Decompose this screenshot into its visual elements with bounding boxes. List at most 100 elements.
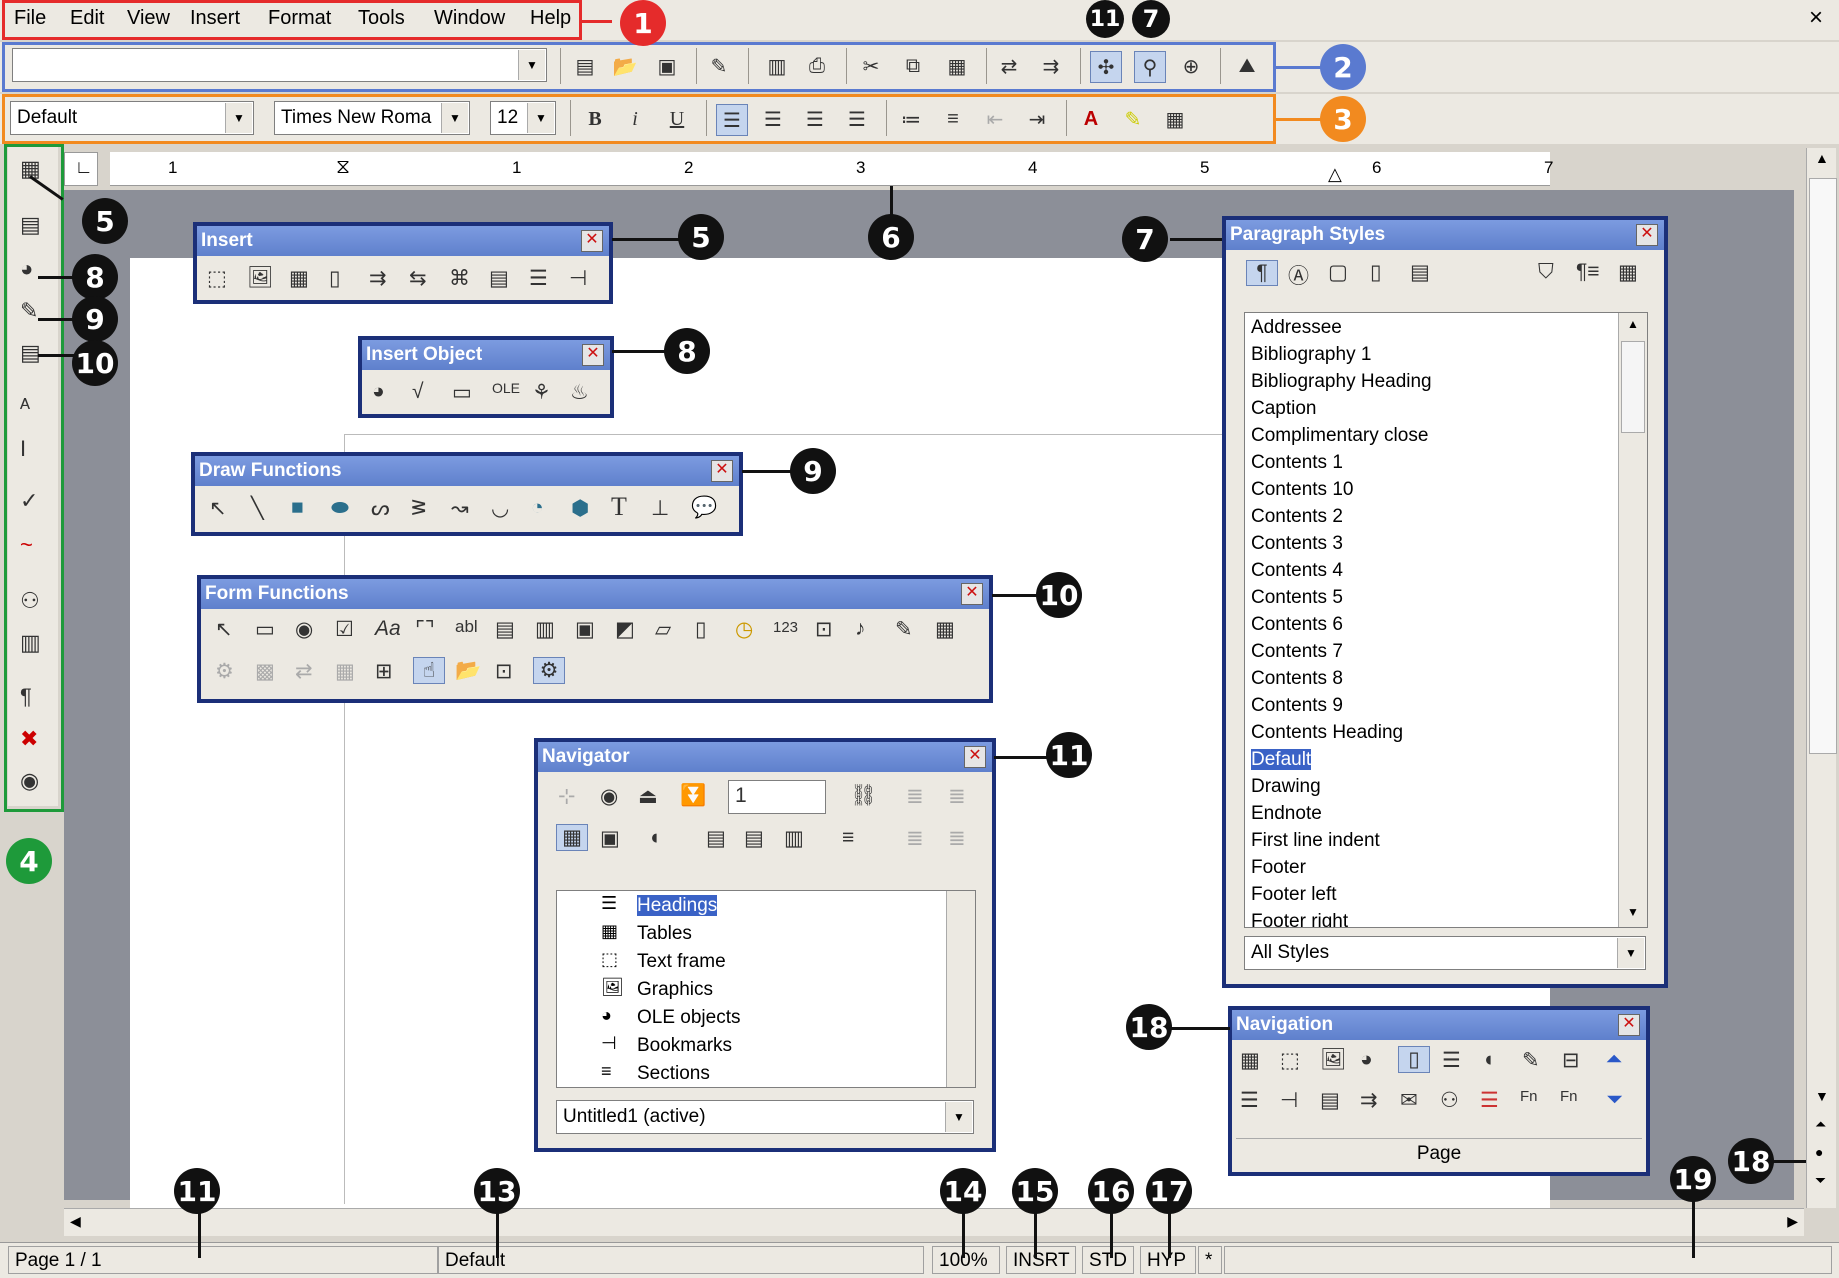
section-icon[interactable]: ☰ — [1240, 1088, 1259, 1113]
scroll-right-icon[interactable]: ▶ — [1787, 1213, 1798, 1230]
drag-mode-icon[interactable]: ⛓ — [850, 784, 877, 808]
ole-object-icon[interactable]: OLE — [492, 380, 520, 396]
chevron-down-icon[interactable]: ▼ — [518, 50, 545, 80]
formatted-field-icon[interactable]: ✎ — [895, 617, 913, 642]
time-field-icon[interactable]: ◷ — [735, 617, 753, 642]
new-style-icon[interactable]: ¶≡ — [1576, 260, 1600, 284]
direct-cursor-icon[interactable]: I — [20, 436, 26, 462]
style-list-item[interactable]: Complimentary close — [1251, 425, 1428, 447]
menu-tools[interactable]: Tools — [358, 7, 405, 30]
chevron-down-icon[interactable]: ▼ — [441, 103, 468, 133]
select-icon[interactable]: ↖ — [215, 617, 233, 642]
text-box-icon[interactable]: abl — [455, 617, 478, 637]
chevron-down-icon[interactable]: ▼ — [527, 103, 554, 133]
navigator-content-list[interactable]: Headings Tables Text frame Graphics OLE … — [556, 890, 976, 1088]
font-color-icon[interactable]: A — [1076, 104, 1106, 134]
push-button-icon[interactable]: ▭ — [255, 617, 275, 642]
formula-icon[interactable]: √ — [412, 380, 424, 404]
content-view-icon[interactable]: ▣ — [600, 826, 620, 851]
polygon-icon[interactable]: ᔕ — [371, 496, 390, 521]
footnote-icon[interactable]: ⇉ — [1360, 1088, 1378, 1113]
rectangle-icon[interactable]: ■ — [291, 496, 304, 520]
set-reminder-icon[interactable]: ◖ — [648, 826, 661, 850]
next-page-icon[interactable]: ⏷ — [1815, 1172, 1826, 1189]
previous-object-icon[interactable]: ⏶ — [1606, 1048, 1623, 1072]
undo-icon[interactable]: ⇄ — [994, 51, 1024, 81]
scroll-down-icon[interactable]: ▼ — [1815, 1088, 1829, 1104]
edit-file-icon[interactable]: ▤ — [570, 51, 600, 81]
table-control-icon[interactable]: ▦ — [935, 617, 955, 642]
font-size-combo[interactable]: 12 ▼ — [490, 101, 556, 135]
insert-mode-status[interactable]: INSRT — [1006, 1246, 1076, 1274]
update-style-icon[interactable]: ▦ — [1618, 260, 1638, 285]
formatting-marks-icon[interactable]: ¶ — [20, 684, 32, 710]
page-number-stepper[interactable]: 1 — [728, 780, 826, 814]
text-icon[interactable]: T — [611, 492, 627, 522]
menu-insert[interactable]: Insert — [190, 7, 240, 30]
text-frame-icon[interactable]: ⬚ — [1280, 1048, 1300, 1073]
style-list-item[interactable]: Contents 6 — [1251, 614, 1343, 636]
style-list-item[interactable]: Caption — [1251, 398, 1317, 420]
style-list-item[interactable]: Endnote — [1251, 803, 1322, 825]
horizontal-ruler[interactable]: 1 1 2 3 4 5 6 7 ⧖ △ — [110, 152, 1553, 186]
promote-level-icon[interactable]: ≣ — [906, 784, 924, 809]
list-box-icon[interactable]: ▤ — [495, 617, 515, 642]
group-box-icon[interactable]: ⌜⌝ — [415, 617, 435, 642]
selection-mode-status[interactable]: STD — [1082, 1246, 1134, 1274]
chevron-down-icon[interactable]: ▼ — [1617, 938, 1644, 968]
select-arrow-icon[interactable]: ↖ — [209, 496, 227, 521]
scroll-up-icon[interactable]: ▲ — [1815, 150, 1829, 166]
next-object-icon[interactable]: ⏷ — [1606, 1088, 1623, 1112]
freeform-icon[interactable]: ↝ — [451, 496, 469, 521]
ellipse-pie-icon[interactable]: ◔ — [531, 496, 544, 520]
copy-icon[interactable]: ⧉ — [898, 51, 928, 81]
chevron-down-icon[interactable]: ▼ — [225, 103, 252, 133]
demote-level-icon[interactable]: ≣ — [948, 784, 966, 809]
control-properties-icon[interactable]: ⚙ — [215, 659, 234, 684]
next-icon[interactable]: ⏬ — [680, 784, 706, 808]
note-icon[interactable]: ✉ — [1400, 1088, 1418, 1113]
arc-icon[interactable]: ◡ — [491, 496, 509, 521]
document-icon[interactable]: ▯ — [329, 266, 341, 291]
edit-mode-icon[interactable]: ✎ — [704, 51, 734, 81]
menu-help[interactable]: Help — [530, 7, 571, 30]
menu-window[interactable]: Window — [434, 7, 505, 30]
style-list-item[interactable]: First line indent — [1251, 830, 1380, 852]
bullets-icon[interactable]: ≡ — [938, 104, 968, 134]
style-list-item[interactable]: Contents 1 — [1251, 452, 1343, 474]
list-item[interactable]: Tables — [637, 923, 692, 945]
style-list-item[interactable]: Drawing — [1251, 776, 1321, 798]
increase-indent-icon[interactable]: ⇥ — [1022, 104, 1052, 134]
special-char-icon[interactable]: ⌘ — [449, 266, 470, 291]
list-item[interactable]: Text frame — [637, 951, 726, 973]
style-list-item[interactable]: Bibliography 1 — [1251, 344, 1371, 366]
bookmark-icon[interactable]: ⊣ — [1280, 1088, 1298, 1113]
data-sources-icon[interactable]: ⊕ — [1176, 51, 1206, 81]
scroll-up-icon[interactable]: ▲ — [1627, 317, 1639, 331]
style-list-item[interactable]: Footer — [1251, 857, 1306, 879]
auto-focus-icon[interactable]: ⊡ — [495, 659, 513, 684]
tab-order-icon[interactable]: ⇄ — [295, 659, 313, 684]
navigator-list-scrollbar[interactable] — [946, 891, 975, 1087]
paragraph-styles-list[interactable]: Footer right Footer left Footer First line … — [1244, 312, 1648, 928]
chart-icon[interactable]: ◕ — [372, 380, 385, 404]
style-list-item[interactable]: Contents 2 — [1251, 506, 1343, 528]
table-icon[interactable]: ▦ — [289, 266, 309, 291]
date-field-icon[interactable]: ▯ — [695, 617, 707, 642]
show-draw-functions-icon[interactable]: ✎ — [20, 298, 38, 324]
close-icon[interactable]: ✕ — [964, 746, 986, 768]
paragraph-styles-icon[interactable]: ¶ — [1246, 260, 1278, 286]
style-list-item[interactable]: Contents 7 — [1251, 641, 1343, 663]
list-item[interactable]: Bookmarks — [637, 1035, 732, 1057]
combo-box-icon[interactable]: ▥ — [535, 617, 555, 642]
open-design-icon[interactable]: 📂 — [455, 659, 481, 683]
close-icon[interactable]: ✕ — [581, 230, 603, 252]
graphics-icon[interactable]: 🖼 — [247, 266, 274, 290]
graphics-off-icon[interactable]: ✖ — [20, 726, 38, 752]
ellipse-icon[interactable]: ⬬ — [331, 496, 349, 520]
style-list-item[interactable]: Contents 10 — [1251, 479, 1353, 501]
navigation-icon[interactable]: ● — [1815, 1144, 1823, 1160]
list-item[interactable]: OLE objects — [637, 1007, 741, 1029]
frame-styles-icon[interactable]: ▢ — [1328, 260, 1348, 285]
zoom-status[interactable]: 100% — [932, 1246, 1000, 1274]
